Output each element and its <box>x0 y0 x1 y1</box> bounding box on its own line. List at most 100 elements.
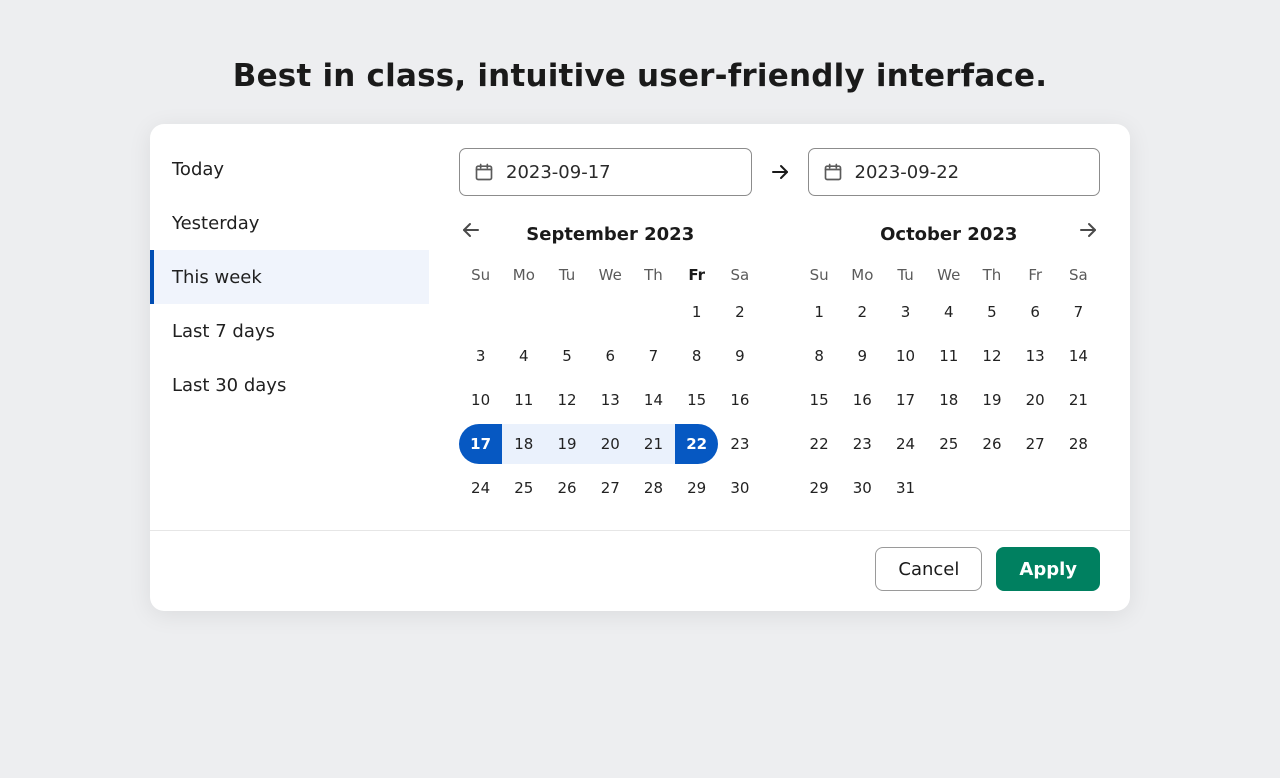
day-cell[interactable]: 12 <box>970 336 1013 376</box>
day-cell[interactable]: 3 <box>459 336 502 376</box>
picker-body: TodayYesterdayThis weekLast 7 daysLast 3… <box>150 124 1130 530</box>
dow-label: Sa <box>1057 260 1100 290</box>
day-cell[interactable]: 13 <box>1014 336 1057 376</box>
day-cell[interactable]: 31 <box>884 468 927 508</box>
day-cell[interactable]: 18 <box>502 424 545 464</box>
preset-item[interactable]: Today <box>150 142 429 196</box>
dow-label: We <box>927 260 970 290</box>
preset-item[interactable]: Yesterday <box>150 196 429 250</box>
prev-month-icon[interactable] <box>459 218 483 242</box>
preset-item[interactable]: This week <box>150 250 429 304</box>
day-cell[interactable]: 14 <box>1057 336 1100 376</box>
day-cell[interactable]: 15 <box>675 380 718 420</box>
day-cell[interactable]: 30 <box>841 468 884 508</box>
dow-row: SuMoTuWeThFrSa <box>459 260 762 290</box>
day-cell[interactable]: 23 <box>718 424 761 464</box>
day-blank <box>589 292 632 332</box>
dow-label: Su <box>798 260 841 290</box>
day-cell[interactable]: 23 <box>841 424 884 464</box>
day-cell[interactable]: 4 <box>502 336 545 376</box>
arrow-right-icon <box>768 160 792 184</box>
date-inputs-row: 2023-09-17 2023-09-22 <box>459 148 1100 196</box>
dow-label: Sa <box>718 260 761 290</box>
date-range-picker-card: TodayYesterdayThis weekLast 7 daysLast 3… <box>150 124 1130 611</box>
day-blank <box>545 292 588 332</box>
day-cell[interactable]: 6 <box>1014 292 1057 332</box>
dow-label: Su <box>459 260 502 290</box>
day-cell[interactable]: 26 <box>970 424 1013 464</box>
day-cell[interactable]: 11 <box>927 336 970 376</box>
day-cell[interactable]: 7 <box>1057 292 1100 332</box>
end-date-input[interactable]: 2023-09-22 <box>808 148 1101 196</box>
day-cell[interactable]: 7 <box>632 336 675 376</box>
day-cell[interactable]: 15 <box>798 380 841 420</box>
cancel-button[interactable]: Cancel <box>875 547 982 591</box>
dow-label: Mo <box>502 260 545 290</box>
start-date-input[interactable]: 2023-09-17 <box>459 148 752 196</box>
dow-label: Th <box>970 260 1013 290</box>
day-cell[interactable]: 27 <box>589 468 632 508</box>
day-cell[interactable]: 27 <box>1014 424 1057 464</box>
day-cell[interactable]: 21 <box>632 424 675 464</box>
day-cell[interactable]: 1 <box>798 292 841 332</box>
day-cell[interactable]: 29 <box>675 468 718 508</box>
day-cell[interactable]: 26 <box>545 468 588 508</box>
day-cell[interactable]: 25 <box>927 424 970 464</box>
day-cell[interactable]: 19 <box>545 424 588 464</box>
day-cell[interactable]: 2 <box>841 292 884 332</box>
day-cell[interactable]: 21 <box>1057 380 1100 420</box>
day-cell[interactable]: 18 <box>927 380 970 420</box>
week-row: 1234567 <box>798 290 1101 334</box>
next-month-icon[interactable] <box>1076 218 1100 242</box>
dow-label: Mo <box>841 260 884 290</box>
apply-button[interactable]: Apply <box>996 547 1100 591</box>
day-cell[interactable]: 4 <box>927 292 970 332</box>
day-cell[interactable]: 19 <box>970 380 1013 420</box>
day-cell[interactable]: 22 <box>798 424 841 464</box>
day-cell[interactable]: 24 <box>459 468 502 508</box>
day-cell[interactable]: 16 <box>841 380 884 420</box>
day-cell[interactable]: 9 <box>841 336 884 376</box>
day-cell[interactable]: 17 <box>884 380 927 420</box>
day-cell[interactable]: 20 <box>589 424 632 464</box>
calendar-panel: 2023-09-17 2023-09-22 September 2023SuMo… <box>429 124 1130 530</box>
day-cell[interactable]: 28 <box>632 468 675 508</box>
day-cell[interactable]: 13 <box>589 380 632 420</box>
presets-list: TodayYesterdayThis weekLast 7 daysLast 3… <box>150 124 429 530</box>
day-cell[interactable]: 6 <box>589 336 632 376</box>
preset-item[interactable]: Last 7 days <box>150 304 429 358</box>
day-cell[interactable]: 8 <box>798 336 841 376</box>
day-blank <box>927 468 970 508</box>
day-cell[interactable]: 3 <box>884 292 927 332</box>
day-cell[interactable]: 5 <box>970 292 1013 332</box>
day-cell[interactable]: 1 <box>675 292 718 332</box>
day-cell[interactable]: 22 <box>675 424 718 464</box>
day-cell[interactable]: 30 <box>718 468 761 508</box>
day-cell[interactable]: 25 <box>502 468 545 508</box>
day-blank <box>459 292 502 332</box>
day-cell[interactable]: 17 <box>459 424 502 464</box>
preset-item[interactable]: Last 30 days <box>150 358 429 412</box>
day-cell[interactable]: 9 <box>718 336 761 376</box>
day-cell[interactable]: 24 <box>884 424 927 464</box>
day-cell[interactable]: 12 <box>545 380 588 420</box>
month-title: October 2023 <box>880 224 1017 245</box>
day-cell[interactable]: 10 <box>884 336 927 376</box>
day-cell[interactable]: 5 <box>545 336 588 376</box>
dow-label: Tu <box>545 260 588 290</box>
day-cell[interactable]: 11 <box>502 380 545 420</box>
week-row: 17181920212223 <box>459 422 762 466</box>
day-cell[interactable]: 2 <box>718 292 761 332</box>
day-cell[interactable]: 20 <box>1014 380 1057 420</box>
day-cell[interactable]: 14 <box>632 380 675 420</box>
day-cell[interactable]: 28 <box>1057 424 1100 464</box>
day-blank <box>970 468 1013 508</box>
day-cell[interactable]: 16 <box>718 380 761 420</box>
week-row: 24252627282930 <box>459 466 762 510</box>
page-heading: Best in class, intuitive user-friendly i… <box>0 58 1280 94</box>
day-cell[interactable]: 29 <box>798 468 841 508</box>
day-cell[interactable]: 10 <box>459 380 502 420</box>
calendar-icon <box>474 162 494 182</box>
day-cell[interactable]: 8 <box>675 336 718 376</box>
start-date-value: 2023-09-17 <box>506 162 611 183</box>
